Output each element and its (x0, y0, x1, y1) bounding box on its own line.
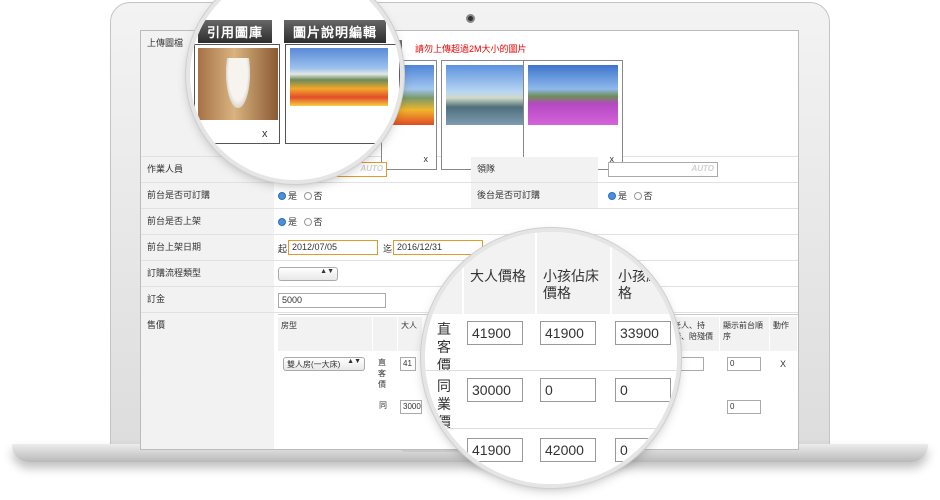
zoom-peer-child-bed2[interactable]: 0 (615, 378, 671, 402)
flow-label: 訂購流程類型 (141, 261, 274, 286)
adult-peer-input[interactable]: 3000 (400, 400, 422, 414)
price-label: 售價 (141, 313, 274, 449)
col-action: 動作 (770, 317, 798, 351)
deposit-label: 訂金 (141, 287, 274, 312)
radio-yes[interactable]: 是 (278, 217, 297, 227)
front-book-label: 前台是否可訂購 (141, 183, 274, 208)
zoom-col-adult: 大人價格 (464, 232, 536, 314)
zoom-direct-child-bed2[interactable]: 33900 (615, 321, 671, 345)
image-thumb (528, 65, 618, 125)
delete-x-button[interactable]: X (780, 359, 786, 369)
adult-direct-input[interactable]: 41 (400, 357, 416, 371)
radio-checked-icon (278, 218, 286, 226)
zoom-col-child-bed2: 小孩床價格 (612, 232, 677, 314)
col-order: 顯示前台順序 (720, 317, 770, 351)
radio-no[interactable]: 否 (633, 191, 653, 201)
date-from-input[interactable]: 2012/07/05 (288, 240, 378, 255)
room-select-value: 雙人房(一大床) (287, 360, 341, 369)
radio-checked-icon (278, 192, 286, 200)
radio-label: 否 (313, 191, 323, 201)
radio-label: 否 (313, 217, 323, 227)
peer-label: 同 (379, 401, 387, 410)
radio-unchecked-icon (633, 192, 642, 200)
radio-label: 否 (643, 191, 653, 201)
front-shelf-radios: 是 否 (278, 215, 327, 228)
back-book-label: 後台是否可訂購 (471, 183, 598, 208)
col-adult: 大人 (398, 317, 423, 351)
zoom-peer-child-bed[interactable]: 0 (540, 378, 596, 402)
icecream-icon (226, 58, 250, 108)
flow-select[interactable]: ▲▼ (278, 267, 338, 281)
zoom-row-peer: 同業價 (434, 377, 454, 431)
zoom-price-grid: 大人價格 小孩佔床價格 小孩床價格 直客價 41900 41900 33900 … (425, 232, 677, 484)
order-input-2[interactable]: 0 (727, 357, 761, 371)
radio-no[interactable]: 否 (303, 191, 323, 201)
radio-yes[interactable]: 是 (608, 191, 627, 201)
zoom-peer-adult[interactable]: 30000 (467, 378, 523, 402)
image-card-5: x (523, 60, 623, 170)
zoom-r3-child-bed2[interactable]: 0 (615, 438, 671, 462)
direct-label: 直客價 (378, 358, 386, 389)
zoom-divider (425, 370, 677, 371)
date-from-prefix: 起 (278, 244, 288, 254)
updown-caret-icon: ▲▼ (320, 268, 334, 275)
zoom-col-blank (425, 232, 463, 314)
zoom-row-direct: 直客價 (434, 320, 454, 374)
radio-no[interactable]: 否 (303, 217, 323, 227)
col-elder: 老人、持殘、陪殘價 (670, 317, 720, 351)
camera-icon (466, 14, 475, 23)
zoom-col-child-bed: 小孩佔床價格 (537, 232, 611, 314)
radio-label: 是 (288, 217, 298, 227)
room-select[interactable]: 雙人房(一大床) ▲▼ (283, 357, 365, 371)
radio-yes[interactable]: 是 (278, 191, 297, 201)
flower-field-image (290, 48, 388, 106)
front-book-radios: 是 否 (278, 189, 327, 202)
magnifier-price: 大人價格 小孩佔床價格 小孩床價格 直客價 41900 41900 33900 … (425, 232, 677, 484)
updown-caret-icon: ▲▼ (347, 358, 361, 365)
date-to-prefix: 迄 (383, 244, 393, 254)
front-book-row: 前台是否可訂購 是 否 後台是否可訂購 是 否 (141, 183, 798, 209)
back-book-radios: 是 否 (608, 189, 657, 202)
remove-image-button[interactable]: x (262, 128, 268, 140)
zoom-divider (425, 428, 677, 429)
col-room: 房型 (278, 317, 373, 351)
zoom-r3-child-bed[interactable]: 42000 (540, 438, 596, 462)
radio-label: 是 (618, 191, 628, 201)
leader-input[interactable]: AUTO (608, 162, 718, 177)
tab-image-edit[interactable]: 圖片說明編輯 (284, 20, 387, 43)
zoom-r3-adult[interactable]: 41900 (467, 438, 523, 462)
upload-warning: 請勿上傳超過2M大小的圖片 (415, 44, 527, 54)
zoom-direct-child-bed[interactable]: 41900 (540, 321, 596, 345)
front-date-label: 前台上架日期 (141, 235, 274, 260)
radio-label: 是 (288, 191, 298, 201)
leader-label: 領隊 (471, 157, 598, 182)
deposit-input[interactable]: 5000 (278, 293, 386, 308)
tab-library[interactable]: 引用圖庫 (198, 20, 273, 43)
radio-unchecked-icon (303, 192, 312, 200)
radio-unchecked-icon (303, 218, 312, 226)
col-blank (373, 317, 398, 351)
radio-checked-icon (608, 192, 616, 200)
zoom-direct-adult[interactable]: 41900 (467, 321, 523, 345)
icecream-image (198, 48, 278, 120)
front-shelf-label: 前台是否上架 (141, 209, 274, 234)
order-input-3[interactable]: 0 (727, 400, 761, 414)
